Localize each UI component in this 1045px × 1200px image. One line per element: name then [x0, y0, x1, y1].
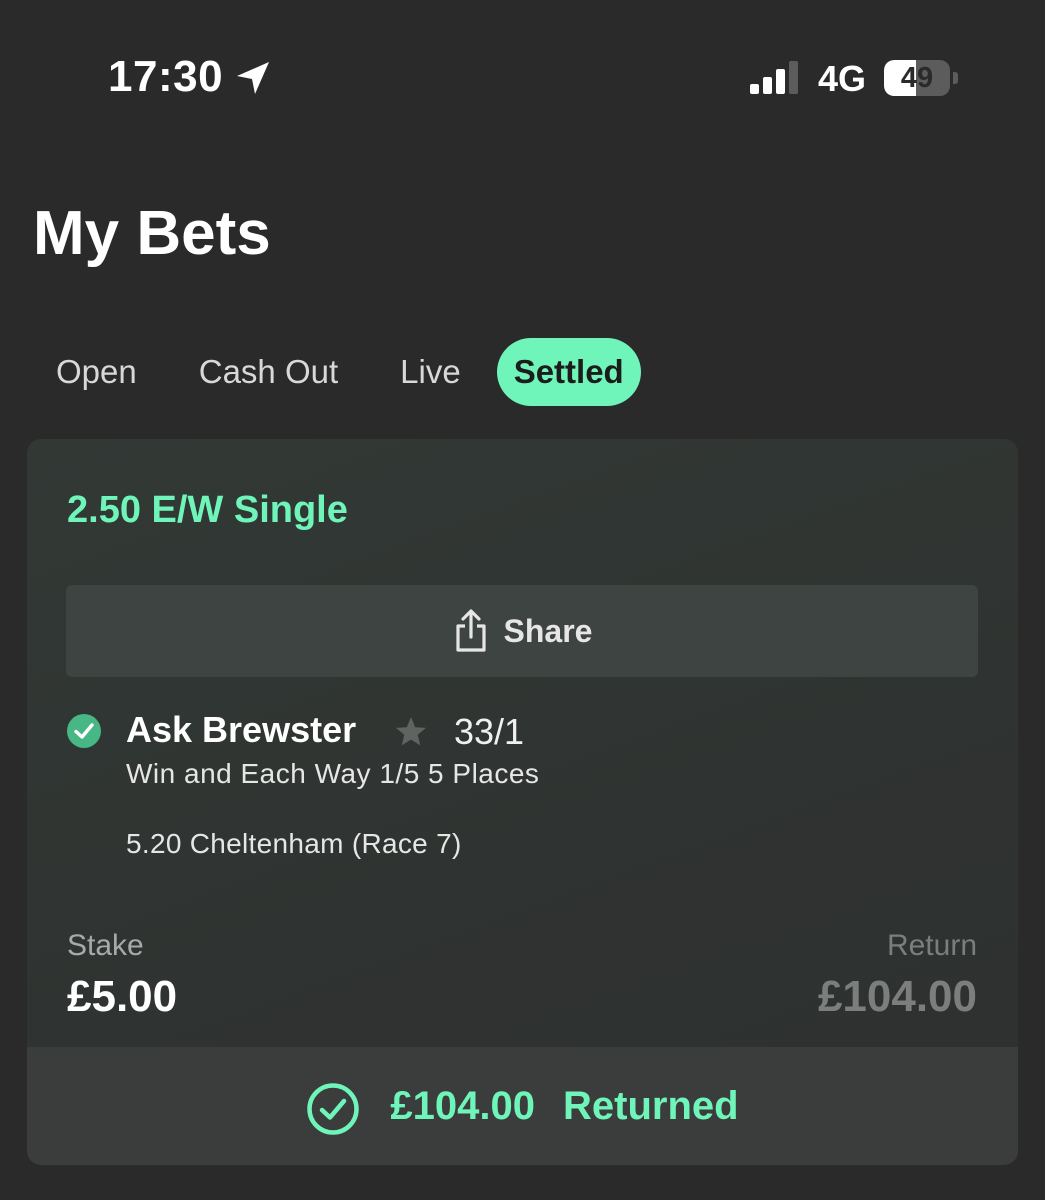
- selection-name: Ask Brewster: [126, 709, 357, 750]
- return-value: £104.00: [817, 972, 977, 1021]
- battery-icon: 49: [884, 60, 958, 96]
- market-description: Win and Each Way 1/5 5 Places: [126, 758, 540, 789]
- tab-live[interactable]: Live: [374, 338, 487, 406]
- location-arrow-icon: [237, 62, 269, 94]
- signal-bars-icon: [750, 61, 798, 94]
- share-label: Share: [503, 612, 593, 649]
- share-button[interactable]: Share: [66, 585, 978, 677]
- returned-banner: £104.00 Returned: [27, 1047, 1018, 1165]
- status-time: 17:30: [108, 52, 224, 101]
- selection-odds: 33/1: [454, 711, 525, 752]
- page-title: My Bets: [33, 199, 271, 268]
- tab-open[interactable]: Open: [30, 338, 163, 406]
- stake-label: Stake: [67, 929, 144, 962]
- tab-cash-out[interactable]: Cash Out: [173, 338, 364, 406]
- battery-level: 49: [900, 62, 934, 94]
- star-icon[interactable]: [393, 714, 429, 750]
- return-label: Return: [886, 929, 977, 962]
- check-circle-icon: [67, 714, 101, 748]
- share-icon: [455, 609, 486, 652]
- bet-card: 2.50 E/W Single Share Ask Brewster 33/1 …: [27, 439, 1018, 1165]
- check-circle-outline-icon: [307, 1083, 360, 1135]
- stake-value: £5.00: [67, 972, 178, 1021]
- tab-settled[interactable]: Settled: [496, 338, 641, 406]
- status-bar: 17:30 4G 49: [0, 0, 1045, 150]
- returned-amount: £104.00: [390, 1083, 535, 1128]
- bet-tabs: Open Cash Out Live Settled: [30, 338, 651, 406]
- returned-label: Returned: [563, 1083, 739, 1128]
- network-type: 4G: [818, 58, 867, 99]
- event-name: 5.20 Cheltenham (Race 7): [126, 828, 462, 859]
- bet-type-title: 2.50 E/W Single: [67, 489, 348, 531]
